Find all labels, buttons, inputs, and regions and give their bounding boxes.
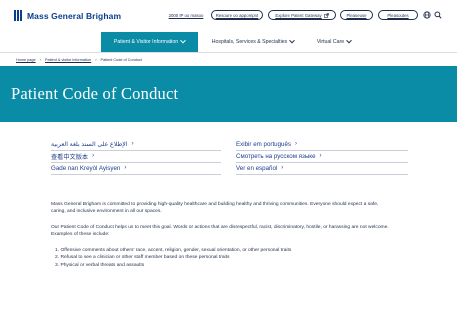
chevron-right-icon: ›	[295, 141, 298, 147]
breadcrumb-current: Patient Code of Conduct	[100, 57, 142, 62]
language-link-russian[interactable]: Смотреть на русском языке ›	[236, 151, 322, 161]
utility-link-careers[interactable]: Pleasoutes	[378, 10, 418, 20]
external-link-icon	[323, 12, 329, 18]
language-link-label: Gade nan Kreyòl Ayisyen	[51, 164, 121, 172]
chevron-right-icon: ›	[92, 153, 95, 159]
chevron-down-icon	[180, 37, 186, 44]
breadcrumb: Home page › Patient & visitor informatio…	[16, 57, 142, 62]
language-link-label: الإطلاع على السند بلغة العربية	[51, 140, 128, 148]
chevron-right-icon: ›	[124, 165, 127, 171]
utility-link-donate[interactable]: Pleaseuse	[340, 10, 373, 20]
utility-header: Mass General Brigham 2000 IP oo masoo Re…	[0, 0, 457, 32]
page-hero: Patient Code of Conduct	[0, 66, 457, 122]
language-link-spanish[interactable]: Ver en español ›	[236, 163, 283, 173]
utility-link-patient-gateway[interactable]: Explore Patent Gateway	[268, 10, 336, 20]
chevron-down-icon	[289, 37, 296, 44]
utility-link-interpreter[interactable]: 2000 IP oo masoo	[164, 10, 208, 20]
chevron-right-icon: ›	[95, 57, 97, 62]
chevron-down-icon	[346, 37, 352, 44]
brand-name: Mass General Brigham	[27, 10, 122, 21]
list-item: 2. Refusal to see a clinician or other s…	[55, 255, 230, 261]
language-link-label: 查看中文版本	[51, 153, 89, 161]
page-title: Patient Code of Conduct	[11, 84, 179, 103]
chevron-right-icon: ›	[281, 165, 284, 171]
breadcrumb-bar: Home page › Patient & visitor informatio…	[0, 52, 457, 66]
breadcrumb-patient-visitor[interactable]: Patient & visitor information	[45, 58, 91, 62]
list-item: 1. Offensive comments about others' race…	[55, 248, 292, 253]
nav-hospitals-services[interactable]: Hospitals, Services & Specialties	[200, 32, 306, 52]
breadcrumb-home[interactable]: Home page	[16, 58, 36, 62]
utility-link-patient-gateway-label: Explore Patent Gateway	[275, 12, 322, 18]
main-nav: Patient & Visitor Information Hospitals,…	[0, 32, 457, 52]
nav-item-label: Virtual Care	[316, 39, 345, 45]
nav-patient-visitor-info[interactable]: Patient & Visitor Information	[101, 32, 198, 52]
divider	[51, 174, 221, 175]
language-link-haitian-creole[interactable]: Gade nan Kreyòl Ayisyen ›	[51, 163, 126, 173]
language-link-portuguese[interactable]: Exibir em português ›	[236, 139, 297, 149]
divider	[236, 174, 408, 175]
code-paragraph: Our Patient Code of Conduct helps us to …	[51, 225, 389, 237]
nav-item-label: Patient & Visitor Information	[113, 39, 179, 45]
list-item: 3. Physical or verbal threats and assaul…	[55, 262, 145, 268]
intro-paragraph: Mass General Brigham is committed to pro…	[51, 202, 379, 214]
language-link-label: Exibir em português	[236, 140, 292, 148]
utility-link-appointment[interactable]: Resoure oo appompnt	[211, 10, 263, 20]
conduct-examples-list: 1. Offensive comments about others' race…	[55, 247, 395, 269]
brand-logo-icon	[14, 10, 23, 21]
chevron-right-icon: ›	[319, 153, 322, 159]
language-link-label: Смотреть на русском языке	[236, 152, 316, 160]
language-link-label: Ver en español	[236, 164, 278, 172]
nav-virtual-care[interactable]: Virtual Care	[308, 32, 360, 52]
brand-logo[interactable]: Mass General Brigham	[14, 10, 121, 21]
search-icon[interactable]	[433, 10, 443, 20]
chevron-right-icon: ›	[39, 57, 41, 62]
nav-item-label: Hospitals, Services & Specialties	[211, 39, 288, 45]
chevron-right-icon: ›	[131, 141, 134, 147]
language-link-chinese[interactable]: 查看中文版本 ›	[51, 151, 94, 161]
globe-icon[interactable]	[422, 10, 432, 20]
language-link-arabic[interactable]: الإطلاع على السند بلغة العربية ›	[51, 139, 134, 149]
